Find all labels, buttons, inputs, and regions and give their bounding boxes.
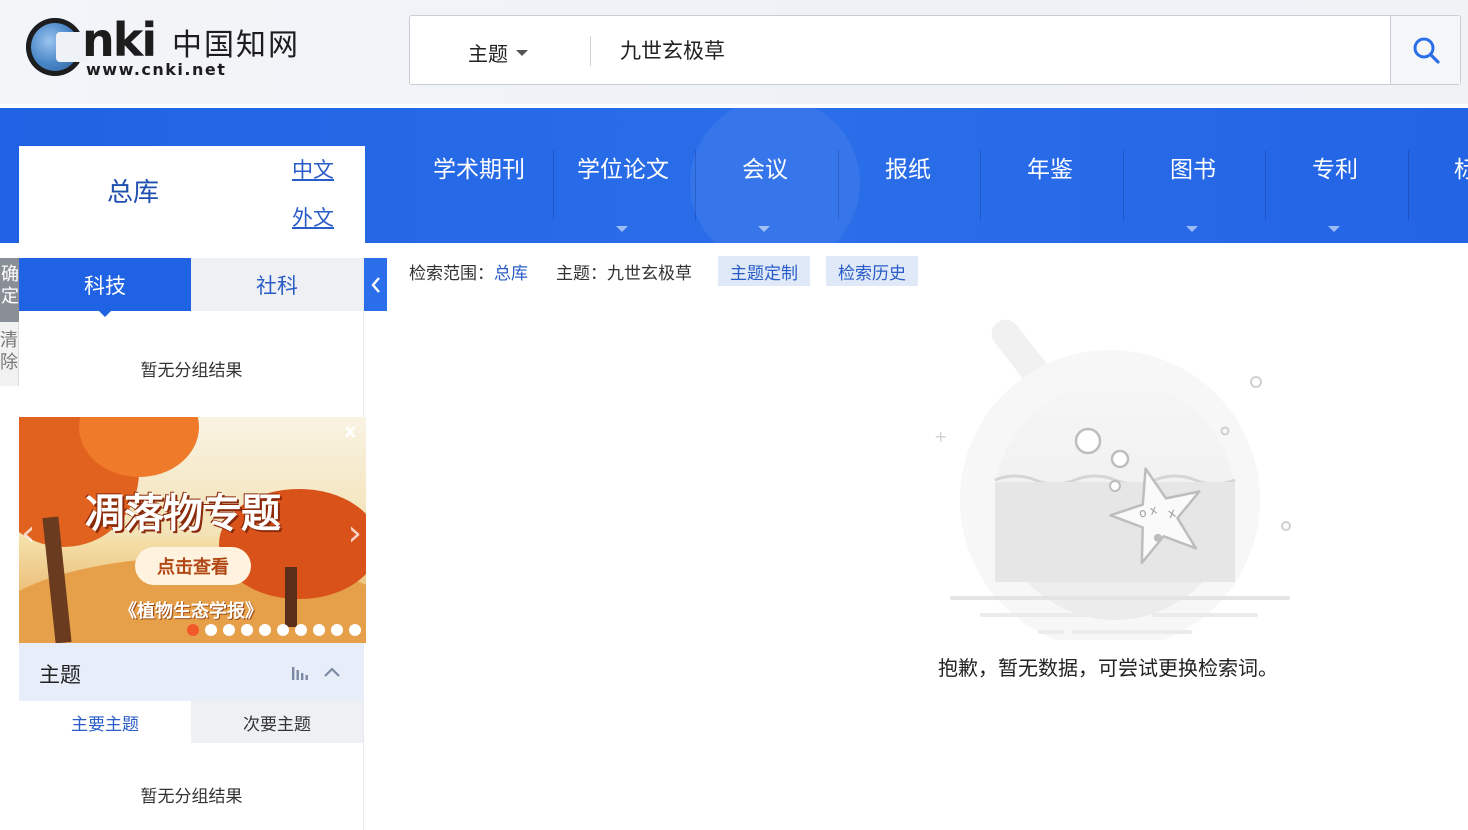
carousel-dot[interactable]	[259, 624, 271, 636]
chevron-right-icon[interactable]: ›	[348, 513, 362, 554]
nav-item-yearbooks[interactable]: 年鉴	[979, 150, 1121, 220]
chevron-down-icon	[1328, 226, 1340, 232]
chevron-down-icon	[758, 226, 770, 232]
search-type-select[interactable]: 主题	[468, 38, 528, 67]
no-group-result: 暂无分组结果	[140, 361, 243, 381]
tab-science[interactable]: 科技	[19, 258, 191, 317]
chevron-left-icon	[370, 276, 380, 293]
banner-title: 凋落物专题	[85, 490, 281, 537]
search-scope-bar: 检索范围： 总库 主题：九世玄极草 主题定制 检索历史	[409, 256, 934, 286]
carousel-dot[interactable]	[223, 624, 235, 636]
promo-banner[interactable]: 凋落物专题 点击查看 《植物生态学报》 x ‹ ›	[19, 417, 366, 643]
carousel-dot[interactable]	[331, 624, 343, 636]
db-foreign-link[interactable]: 外文	[292, 202, 334, 232]
chevron-down-icon	[1186, 226, 1198, 232]
tab-social-science[interactable]: 社科	[191, 258, 363, 311]
chevron-up-icon[interactable]	[323, 665, 341, 679]
empty-result-message: 抱歉，暂无数据，可尝试更换检索词。	[938, 656, 1278, 680]
nav-item-label: 学位论文	[577, 157, 669, 183]
tab-label: 主要主题	[71, 714, 139, 735]
category-tabs: 科技 社科	[19, 258, 364, 317]
nav-item-label: 报纸	[885, 157, 931, 183]
search-history-button[interactable]: 检索历史	[826, 256, 918, 286]
scope-topic: 主题：九世玄极草	[556, 263, 692, 284]
db-total[interactable]: 总库	[107, 172, 159, 209]
carousel-dot[interactable]	[277, 624, 289, 636]
nav-item-label: 标	[1454, 157, 1468, 183]
search-input[interactable]	[620, 32, 1380, 68]
chevron-left-icon[interactable]: ‹	[21, 513, 35, 554]
search-divider	[590, 36, 591, 66]
header: nki 中国知网 www.cnki.net 主题	[0, 0, 1468, 104]
topic-group-header: 主题	[19, 643, 364, 701]
nav-item-newspapers[interactable]: 报纸	[837, 150, 979, 220]
empty-result-illustration: o x x +	[934, 319, 1291, 640]
database-selector: 总库 中文 外文	[19, 146, 365, 246]
search-button[interactable]	[1390, 16, 1460, 84]
carousel-dot[interactable]	[295, 624, 307, 636]
svg-text:+: +	[934, 427, 947, 446]
scope-value-link[interactable]: 总库	[494, 259, 528, 284]
collapse-sidebar-button[interactable]	[364, 258, 387, 311]
confirm-button[interactable]: 确定	[0, 258, 19, 322]
nav-item-books[interactable]: 图书	[1122, 150, 1264, 232]
banner-trunk	[285, 567, 297, 627]
cnki-logo[interactable]: nki 中国知网 www.cnki.net	[24, 14, 304, 84]
nav-item-label: 年鉴	[1027, 157, 1073, 183]
tab-label: 科技	[84, 273, 126, 298]
search-box: 主题	[409, 15, 1461, 85]
nav-item-theses[interactable]: 学位论文	[552, 150, 694, 232]
tab-secondary-topic[interactable]: 次要主题	[191, 701, 363, 743]
nav-item-label: 专利	[1312, 157, 1358, 183]
carousel-dot[interactable]	[187, 624, 199, 636]
nav-separator	[1408, 150, 1409, 220]
nav-item-label: 图书	[1170, 157, 1216, 183]
tab-label: 社科	[256, 273, 298, 298]
nav-item-label: 学术期刊	[433, 157, 525, 183]
group-sidebar: 科技 社科 暂无分组结果 凋落物专题 点击查看 《植物生态学报》 x ‹ › 主…	[19, 258, 366, 830]
carousel-dot[interactable]	[313, 624, 325, 636]
scope-label: 检索范围：	[409, 263, 494, 284]
nav-item-journals[interactable]: 学术期刊	[408, 150, 550, 220]
logo-brand-text: nki	[82, 13, 157, 67]
globe-logo-icon	[26, 18, 88, 76]
nav-item-patents[interactable]: 专利	[1264, 150, 1406, 232]
banner-journal: 《植物生态学报》	[119, 601, 263, 622]
topic-group-title: 主题	[39, 663, 81, 687]
logo-chinese-name: 中国知网	[172, 28, 300, 63]
clear-button[interactable]: 清除	[0, 322, 19, 386]
db-chinese-link[interactable]: 中文	[292, 154, 334, 184]
no-group-result: 暂无分组结果	[140, 787, 243, 807]
topic-custom-button[interactable]: 主题定制	[718, 256, 810, 286]
tab-label: 次要主题	[243, 714, 311, 735]
close-icon[interactable]: x	[344, 421, 356, 442]
carousel-dot[interactable]	[241, 624, 253, 636]
chevron-down-icon	[516, 49, 528, 56]
carousel-dot[interactable]	[349, 624, 361, 636]
bar-chart-icon[interactable]	[291, 665, 311, 681]
nav-item-label: 会议	[742, 157, 788, 183]
carousel-dots	[187, 624, 361, 636]
nav-item-conferences[interactable]: 会议	[694, 150, 836, 232]
search-icon	[1413, 37, 1440, 64]
nav-item-standards[interactable]: 标	[1424, 150, 1468, 220]
tab-main-topic[interactable]: 主要主题	[19, 701, 191, 743]
logo-url: www.cnki.net	[86, 60, 227, 79]
chevron-down-icon	[616, 226, 628, 232]
search-type-label: 主题	[468, 42, 508, 66]
carousel-dot[interactable]	[205, 624, 217, 636]
topic-subtabs: 主要主题 次要主题	[19, 701, 364, 743]
banner-view-button[interactable]: 点击查看	[135, 547, 251, 585]
